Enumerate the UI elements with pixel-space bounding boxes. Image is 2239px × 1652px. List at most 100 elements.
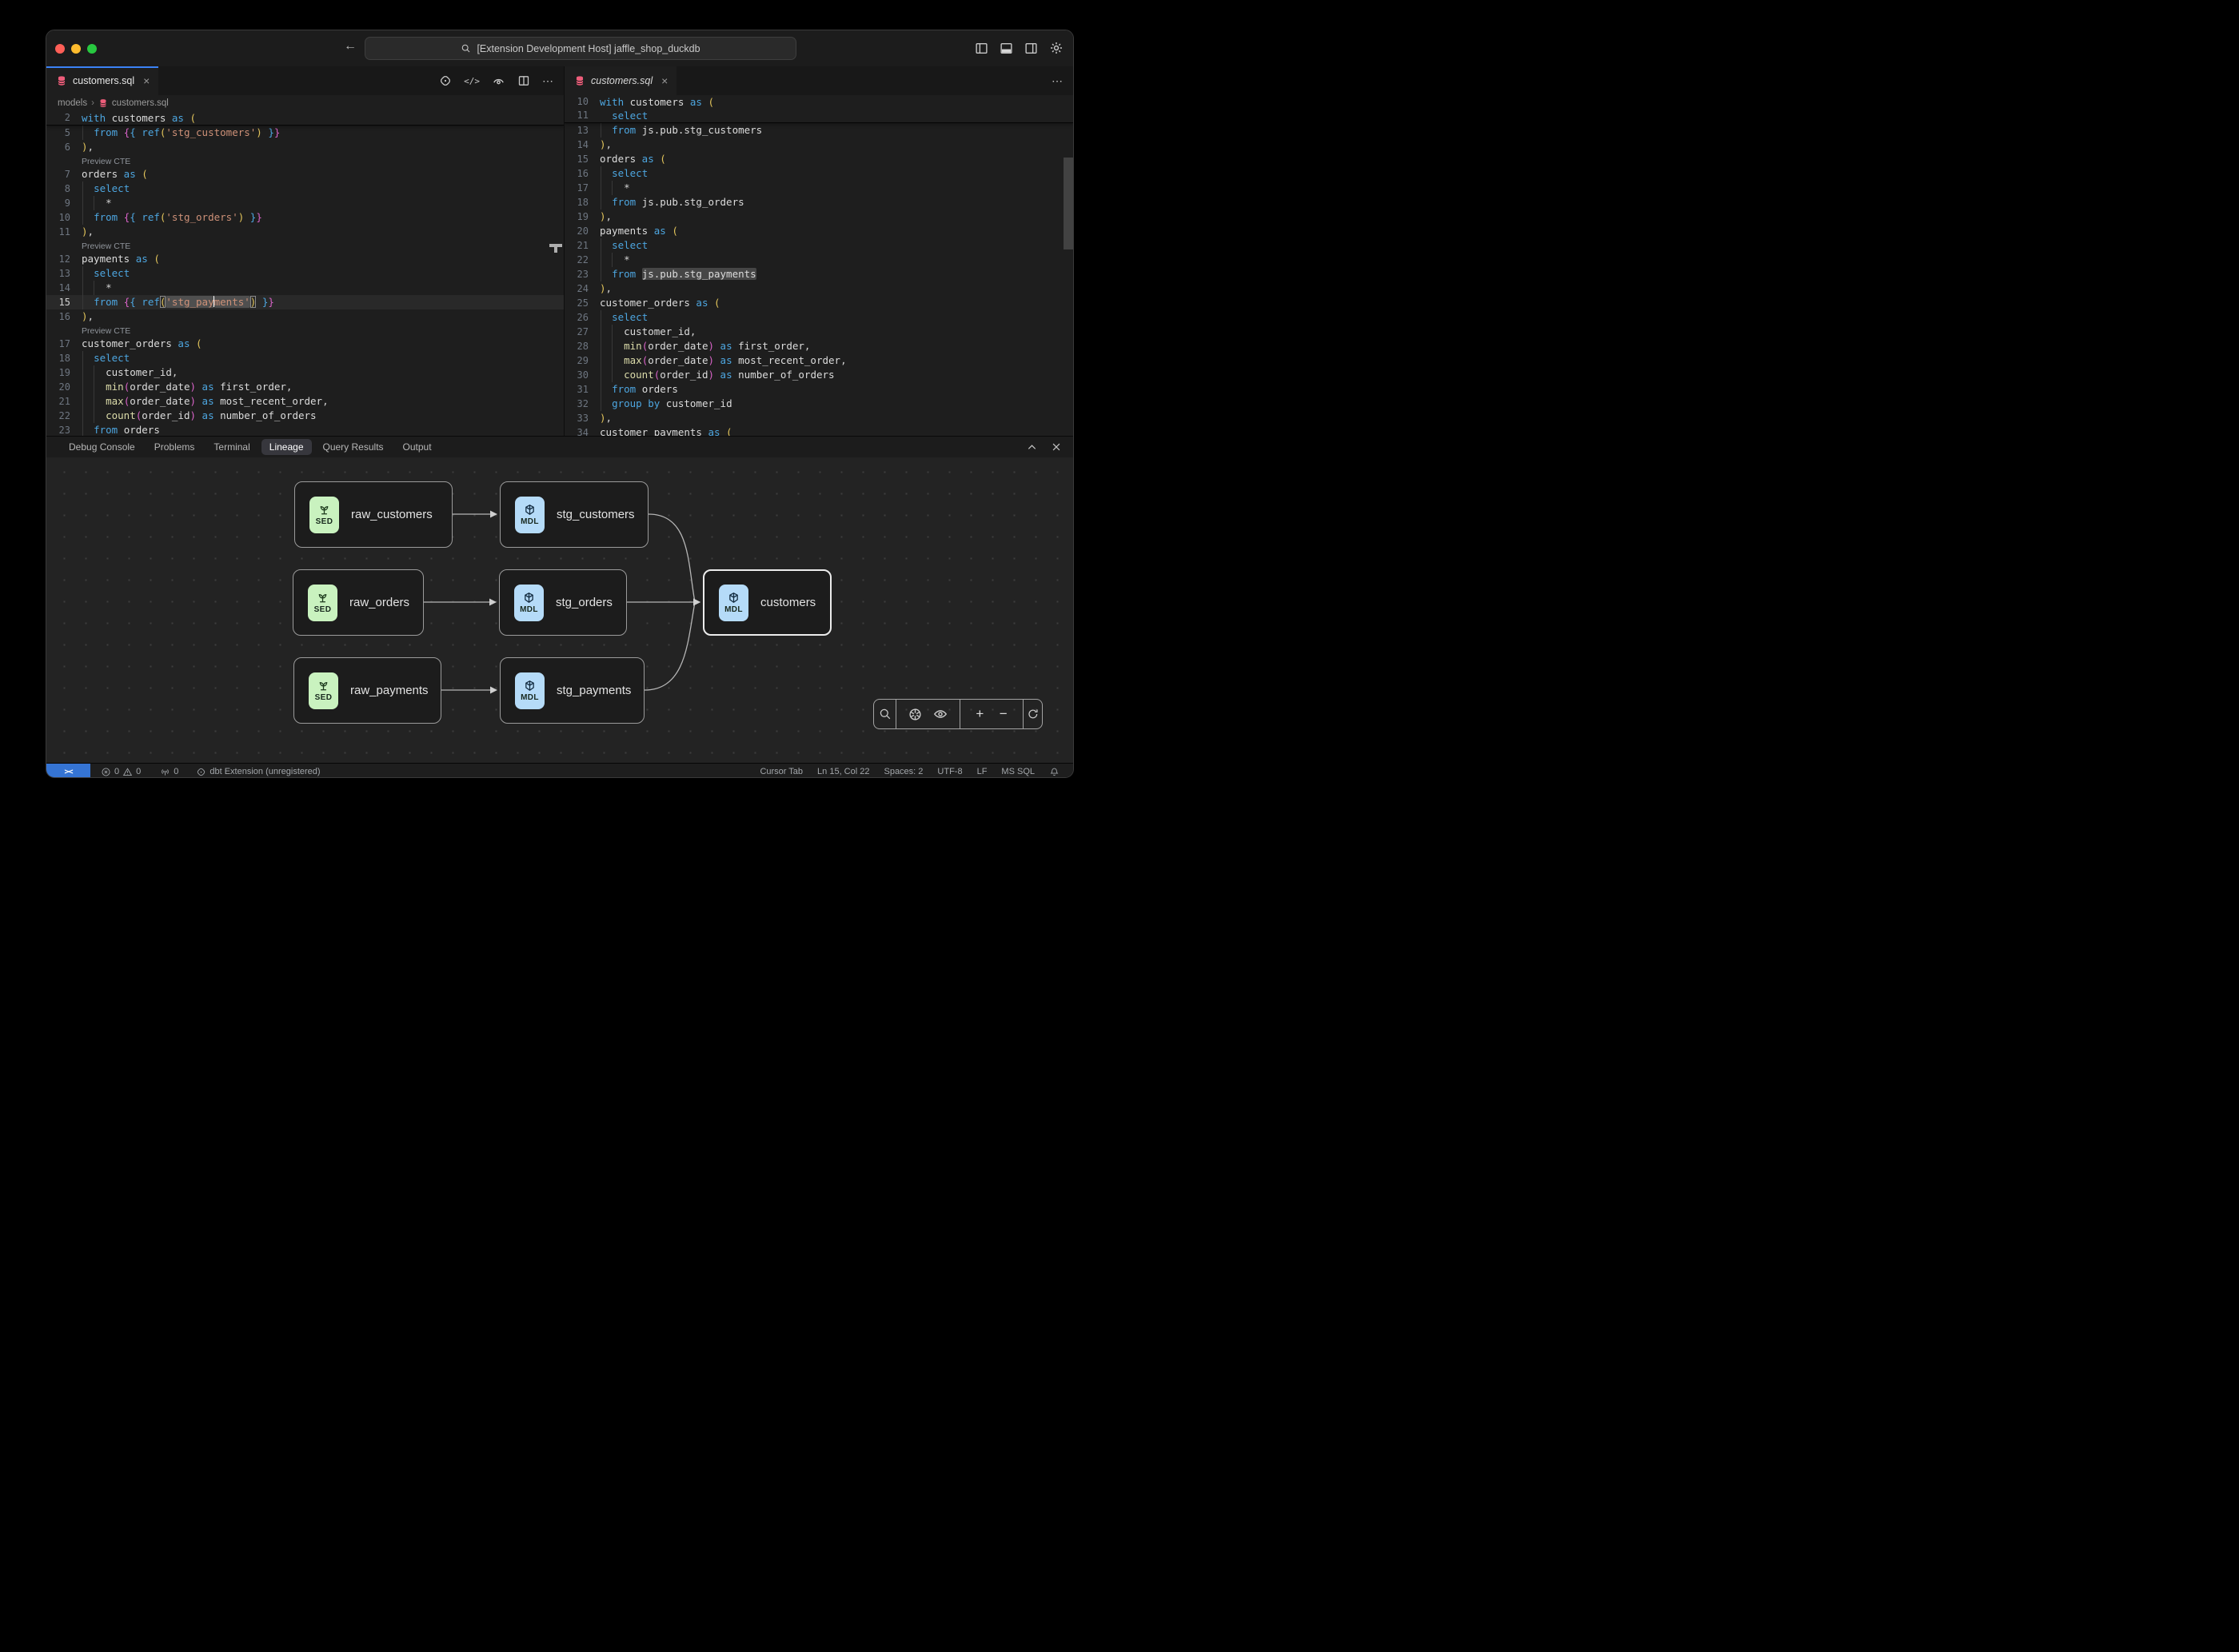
code-line-31[interactable]: 31 from orders [565,382,1073,397]
code-line-19[interactable]: 19), [565,209,1073,224]
eye-icon[interactable] [933,707,948,721]
encoding-status[interactable]: UTF-8 [930,764,969,778]
layout-panel-icon[interactable] [1000,42,1013,55]
code-line-33[interactable]: 33), [565,411,1073,425]
code-line-17[interactable]: 17 * [565,181,1073,195]
close-panel-icon[interactable] [1051,441,1062,453]
code-line-24[interactable]: 24), [565,281,1073,296]
code-line-34[interactable]: 34customer_payments as ( [565,425,1073,436]
code-line-29[interactable]: 29 max(order_date) as most_recent_order, [565,353,1073,368]
minimize-window-button[interactable] [71,44,81,54]
code-line-14[interactable]: 14), [565,138,1073,152]
tab-debug-console[interactable]: Debug Console [61,439,143,455]
indentation-status[interactable]: Spaces: 2 [876,764,930,778]
code-line-14[interactable]: 14 * [46,281,564,295]
tab-output[interactable]: Output [395,439,440,455]
code-line-30[interactable]: 30 count(order_id) as number_of_orders [565,368,1073,382]
code-line-9[interactable]: 9 * [46,196,564,210]
code-line-7[interactable]: 7orders as ( [46,167,564,182]
code-line-32[interactable]: 32 group by customer_id [565,397,1073,411]
problems-status[interactable]: 0 0 [95,764,146,778]
tab-query-results[interactable]: Query Results [315,439,392,455]
scrollbar-handle[interactable] [549,244,562,253]
more-actions-icon[interactable]: ⋯ [1052,74,1064,88]
tab-customers-sql[interactable]: customers.sql × [46,66,158,95]
close-tab-icon[interactable]: × [661,74,668,87]
search-icon[interactable] [879,708,892,720]
codelens-row[interactable]: Preview CTE [46,239,564,252]
code-line-18[interactable]: 18 from js.pub.stg_orders [565,195,1073,209]
code-line-11[interactable]: 11), [46,225,564,239]
code-line-13[interactable]: 13 select [46,266,564,281]
code-line-6[interactable]: 6), [46,140,564,154]
lineage-node-stg_payments[interactable]: MDLstg_payments [500,657,645,724]
zoom-out-icon[interactable]: − [1000,706,1008,722]
chevron-up-icon[interactable] [1026,441,1038,453]
gear-icon[interactable] [1049,41,1064,55]
zoom-window-button[interactable] [87,44,97,54]
preview-eye-icon[interactable] [492,74,505,88]
close-tab-icon[interactable]: × [143,74,150,87]
tab-terminal[interactable]: Terminal [206,439,257,455]
code-line-12[interactable]: 12payments as ( [46,252,564,266]
code-editor-left[interactable]: 2with customers as ( 5 from {{ ref('stg_… [46,111,564,436]
eol-status[interactable]: LF [970,764,995,778]
refresh-icon[interactable] [1027,708,1040,720]
code-line-16[interactable]: 16 select [565,166,1073,181]
code-line-25[interactable]: 25customer_orders as ( [565,296,1073,310]
lineage-node-raw_customers[interactable]: SEDraw_customers [294,481,453,548]
breadcrumb-file[interactable]: customers.sql [112,98,169,108]
code-line-15[interactable]: 15 from {{ ref('stg_payments') }} [46,295,564,309]
code-line-23[interactable]: 23 from orders [46,423,564,436]
remote-indicator[interactable]: >< [46,764,90,778]
lineage-node-customers[interactable]: MDLcustomers [703,569,832,636]
code-line-21[interactable]: 21 select [565,238,1073,253]
more-actions-icon[interactable]: ⋯ [542,74,554,88]
code-editor-right[interactable]: 10with customers as (11 select 13 from j… [565,95,1073,436]
code-line-28[interactable]: 28 min(order_date) as first_order, [565,339,1073,353]
lineage-node-raw_payments[interactable]: SEDraw_payments [293,657,441,724]
lineage-node-raw_orders[interactable]: SEDraw_orders [293,569,424,636]
language-mode-status[interactable]: MS SQL [994,764,1042,778]
code-line-13[interactable]: 13 from js.pub.stg_customers [565,123,1073,138]
codelens-row[interactable]: Preview CTE [46,154,564,167]
code-line-22[interactable]: 22 * [565,253,1073,267]
breadcrumb[interactable]: models › customers.sql [46,95,564,111]
layout-sidebar-left-icon[interactable] [975,42,988,55]
code-line-11[interactable]: 11 select [565,109,1073,122]
command-center-search[interactable]: [Extension Development Host] jaffle_shop… [365,37,796,60]
breadcrumb-models[interactable]: models [58,98,87,108]
cursor-position-status[interactable]: Ln 15, Col 22 [810,764,876,778]
code-line-22[interactable]: 22 count(order_id) as number_of_orders [46,409,564,423]
ports-status[interactable]: 0 [154,764,184,778]
split-editor-icon[interactable] [517,74,530,87]
code-line-20[interactable]: 20payments as ( [565,224,1073,238]
code-line-16[interactable]: 16), [46,309,564,324]
code-line-10[interactable]: 10 from {{ ref('stg_orders') }} [46,210,564,225]
code-line-17[interactable]: 17customer_orders as ( [46,337,564,351]
code-line-23[interactable]: 23 from js.pub.stg_payments [565,267,1073,281]
code-line-21[interactable]: 21 max(order_date) as most_recent_order, [46,394,564,409]
code-line-26[interactable]: 26 select [565,310,1073,325]
layout-sidebar-right-icon[interactable] [1024,42,1038,55]
lineage-node-stg_orders[interactable]: MDLstg_orders [499,569,627,636]
tab-lineage[interactable]: Lineage [261,439,312,455]
dbt-extension-status[interactable]: dbt Extension (unregistered) [190,764,325,778]
tab-customers-sql-compiled[interactable]: customers.sql × [565,66,676,95]
code-line-10[interactable]: 10with customers as ( [565,95,1073,109]
code-line-5[interactable]: 5 from {{ ref('stg_customers') }} [46,126,564,140]
code-line-20[interactable]: 20 min(order_date) as first_order, [46,380,564,394]
aperture-icon[interactable] [908,708,922,721]
cursor-tab-status[interactable]: Cursor Tab [752,764,810,778]
close-window-button[interactable] [55,44,65,54]
code-line-8[interactable]: 8 select [46,182,564,196]
lineage-canvas[interactable]: SEDraw_customers MDLstg_customers SEDraw_o… [46,457,1073,763]
code-line-15[interactable]: 15orders as ( [565,152,1073,166]
tab-problems[interactable]: Problems [146,439,203,455]
compiled-code-icon[interactable]: </> [464,76,480,86]
codelens-row[interactable]: Preview CTE [46,324,564,337]
scrollbar-thumb[interactable] [1064,158,1073,249]
lineage-node-stg_customers[interactable]: MDLstg_customers [500,481,649,548]
code-line-18[interactable]: 18 select [46,351,564,365]
zoom-in-icon[interactable]: + [976,706,984,722]
